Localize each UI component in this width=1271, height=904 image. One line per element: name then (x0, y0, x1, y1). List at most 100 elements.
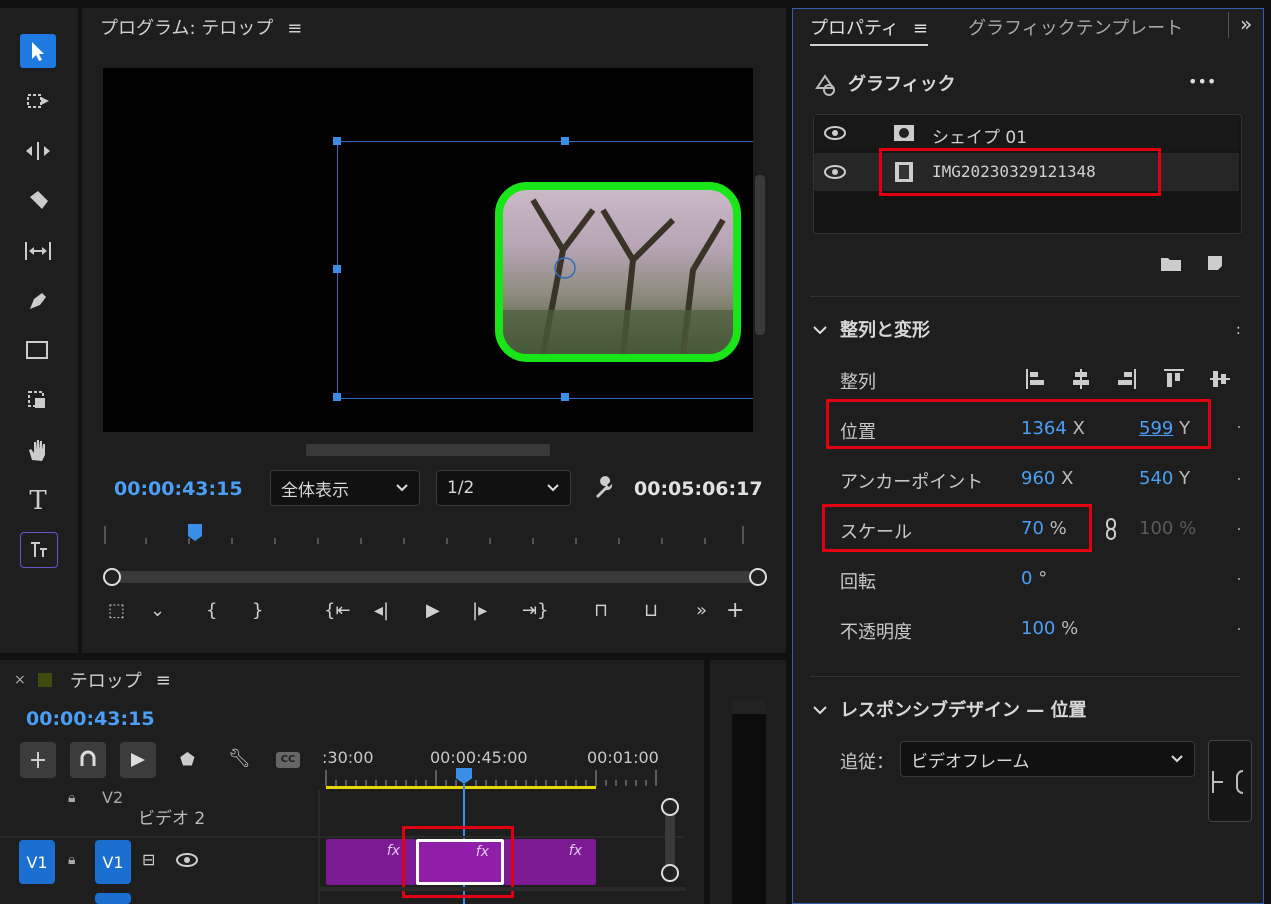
extract-icon[interactable]: ⊔ (644, 600, 658, 621)
slip-tool-icon[interactable] (20, 234, 56, 268)
selection-tool-icon[interactable] (20, 34, 56, 68)
handle-tm[interactable] (561, 137, 569, 145)
play-icon[interactable]: ▶ (426, 600, 440, 621)
hand-tool-icon[interactable] (20, 434, 56, 468)
opacity-value[interactable]: 100 % (1021, 618, 1078, 639)
panel-divider (1228, 12, 1229, 38)
scale-highlight (822, 504, 1092, 552)
chevron-down-icon[interactable]: ⌄ (150, 600, 165, 621)
step-back-icon[interactable]: ◂| (374, 600, 389, 621)
pen-tool-icon[interactable] (20, 284, 56, 318)
rectangle-tool-icon[interactable] (20, 334, 56, 368)
v1-extra-patch[interactable] (95, 893, 131, 904)
monitor-ruler[interactable] (103, 522, 753, 546)
follow-dropdown[interactable]: ビデオフレーム (900, 741, 1195, 777)
anchor-label: アンカーポイント (840, 472, 984, 493)
more-icon[interactable]: » (696, 600, 707, 621)
playhead-timecode[interactable]: 00:00:43:15 (114, 478, 243, 500)
work-area-bar[interactable] (326, 786, 596, 789)
monitor-h-scrollbar[interactable] (306, 444, 550, 456)
eye-icon[interactable] (824, 165, 846, 179)
mark-in-icon[interactable]: { (206, 600, 217, 621)
go-to-out-icon[interactable]: ⇥} (522, 600, 549, 621)
audio-meter (732, 700, 766, 904)
handle-ml[interactable] (333, 265, 341, 273)
align-middle-icon[interactable] (1208, 367, 1232, 391)
align-right-icon[interactable] (1116, 367, 1138, 391)
new-layer-icon[interactable] (1206, 254, 1224, 277)
keyframe-dot[interactable] (1238, 528, 1240, 530)
track-select-tool-icon[interactable] (20, 84, 56, 118)
expand-panels-icon[interactable]: » (1240, 12, 1252, 36)
chevron-down-icon (1171, 755, 1183, 763)
zoom-dropdown[interactable]: 全体表示 (270, 470, 420, 506)
v1-lock-icon[interactable]: 🔒︎ (68, 852, 75, 868)
v1-source-patch[interactable]: V1 (19, 840, 55, 884)
lift-icon[interactable]: ⊓ (594, 600, 608, 621)
clip-right[interactable]: fx (504, 839, 596, 885)
handle-bm[interactable] (561, 393, 569, 401)
mark-out-icon[interactable]: } (252, 600, 263, 621)
tab-graphic-templates[interactable]: グラフィックテンプレート (968, 14, 1183, 40)
tab-properties[interactable]: プロパティ ≡ (810, 14, 929, 46)
handle-tl[interactable] (333, 137, 341, 145)
video-frame (103, 68, 753, 432)
section-align-title: 整列と変形 (840, 320, 930, 341)
align-buttons (1024, 367, 1234, 391)
monitor-zoom-bar[interactable] (103, 567, 767, 587)
monitor-v-scrollbar[interactable] (755, 175, 765, 335)
timeline-header: × テロップ ≡ (14, 667, 171, 693)
chevron-down-icon[interactable] (812, 702, 828, 722)
timeline-timecode[interactable]: 00:00:43:15 (26, 708, 155, 730)
align-top-icon[interactable] (1162, 367, 1186, 391)
linked-selection-icon[interactable] (120, 742, 156, 778)
align-left-icon[interactable] (1024, 367, 1046, 391)
add-button-icon[interactable]: + (726, 598, 744, 623)
type-tool-icon[interactable]: T (20, 484, 56, 518)
keyframe-dot[interactable] (1238, 578, 1240, 580)
go-to-in-icon[interactable]: {⇤ (324, 600, 351, 621)
timeline-v-scrollbar[interactable] (661, 798, 679, 884)
align-center-icon[interactable] (1070, 367, 1092, 391)
new-group-folder-icon[interactable] (1160, 256, 1182, 277)
layer-row-shape[interactable]: シェイプ 01 (814, 115, 1239, 151)
sync-lock-icon[interactable]: ⊟ (142, 850, 155, 869)
section-menu-icon[interactable]: : (1236, 322, 1241, 338)
handle-bl[interactable] (333, 393, 341, 401)
captions-icon[interactable]: CC (276, 752, 300, 768)
keyframe-dot[interactable] (1238, 478, 1240, 480)
rotation-value[interactable]: 0 ° (1021, 568, 1047, 589)
anchor-x-value[interactable]: 960 X (1021, 468, 1073, 489)
resolution-dropdown[interactable]: 1/2 (436, 470, 571, 506)
position-highlight (826, 399, 1211, 449)
marker-add-icon[interactable]: ⬚ (108, 600, 125, 621)
rotation-label: 回転 (840, 572, 876, 593)
pin-widget[interactable] (1208, 740, 1252, 822)
anchor-y-value[interactable]: 540 Y (1139, 468, 1190, 489)
razor-tool-icon[interactable] (20, 184, 56, 218)
step-forward-icon[interactable]: |▸ (472, 600, 487, 621)
eye-icon[interactable] (824, 126, 846, 140)
scale-width-value: 100 % (1139, 518, 1197, 539)
ruler-label-2: 00:01:00 (587, 748, 659, 767)
eye-icon[interactable] (176, 852, 198, 872)
hand-tool-icon-alt[interactable] (20, 384, 56, 418)
timeline-wrench-icon[interactable]: 🔧︎ (228, 748, 251, 769)
more-options-icon[interactable]: ••• (1188, 72, 1216, 91)
wrench-icon[interactable] (592, 476, 616, 505)
graphic-icon (813, 72, 839, 101)
chevron-down-icon[interactable] (812, 322, 828, 342)
snap-magnet-icon[interactable] (70, 742, 106, 778)
ripple-edit-tool-icon[interactable] (20, 134, 56, 168)
caption-tool-icon[interactable] (20, 532, 58, 568)
close-icon[interactable]: × (14, 672, 26, 688)
timeline-title: テロップ (69, 671, 142, 692)
keyframe-dot[interactable] (1238, 426, 1240, 428)
keyframe-dot[interactable] (1238, 628, 1240, 630)
add-marker-icon[interactable]: ⬟ (180, 750, 195, 770)
graphic-image[interactable] (495, 182, 741, 362)
v2-lock-icon[interactable]: 🔒︎ (68, 790, 75, 806)
v1-target-toggle[interactable]: V1 (95, 840, 131, 884)
snap-in-sequence-icon[interactable] (20, 742, 56, 778)
link-chain-icon[interactable] (1104, 518, 1118, 545)
